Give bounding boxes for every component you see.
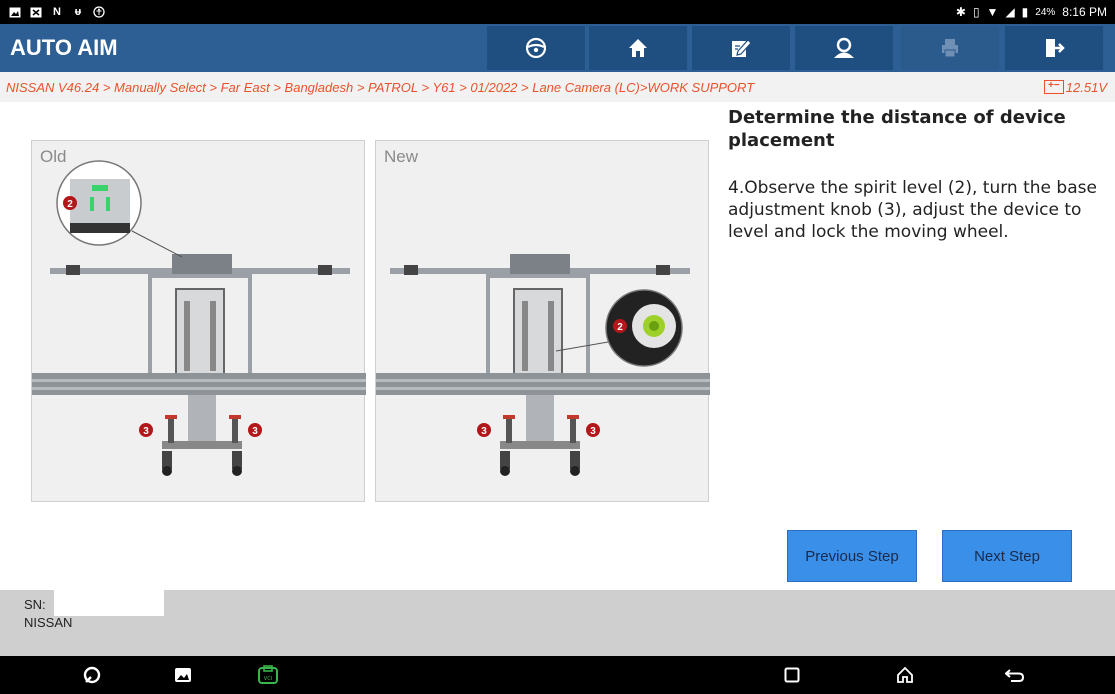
app-title: AUTO AIM	[10, 35, 118, 60]
vci-icon[interactable]: VCI	[256, 664, 280, 686]
system-nav-bar: VCI	[0, 656, 1115, 694]
edit-button[interactable]	[692, 26, 790, 70]
launcher-icon[interactable]	[80, 664, 104, 686]
vehicle-info-footer: SN: NISSAN	[0, 590, 1115, 656]
vibrate-icon: ▯	[972, 5, 980, 19]
home-button[interactable]	[589, 26, 687, 70]
steering-wheel-icon	[525, 37, 547, 59]
callout-3-left: 3	[481, 426, 487, 437]
status-right: ✱ ▯ ▼ ◢ ▮ 24% 8:16 PM	[956, 5, 1107, 19]
next-step-button[interactable]: Next Step	[942, 530, 1072, 582]
callout-3-right: 3	[590, 426, 596, 437]
bluetooth-icon: ✱	[955, 5, 966, 19]
voltage-value: 12.51V	[1065, 79, 1107, 95]
back-icon[interactable]	[1003, 664, 1027, 686]
signal-icon: ◢	[1005, 5, 1015, 19]
exit-icon	[1046, 39, 1065, 57]
instruction-title: Determine the distance of device placeme…	[728, 107, 1066, 151]
edit-icon	[732, 39, 752, 57]
print-icon	[942, 39, 958, 58]
callout-3-left: 3	[143, 426, 149, 437]
breadcrumb-path: NISSAN V46.24 > Manually Select > Far Ea…	[6, 79, 755, 95]
old-device-image: Old 2 3 3	[31, 140, 366, 502]
svg-text:VCI: VCI	[264, 676, 272, 682]
app-icon	[29, 6, 43, 18]
battery-voltage-icon: +−	[1043, 80, 1064, 94]
breadcrumb: NISSAN V46.24 > Manually Select > Far Ea…	[0, 72, 1115, 102]
callout-2: 2	[67, 199, 73, 210]
instruction-text: 4.Observe the spirit level (2), turn the…	[728, 178, 1097, 242]
wifi-icon: ▼	[986, 5, 999, 19]
new-device-illustration: 2 3 3	[376, 254, 710, 476]
app-header: AUTO AIM	[0, 24, 1115, 72]
serial-number-label: SN:	[24, 597, 46, 612]
previous-step-button[interactable]: Previous Step	[787, 530, 917, 582]
new-device-image: New 2 3 3	[375, 140, 710, 502]
user-button[interactable]	[795, 26, 893, 70]
status-bar: N ᵾ ✱ ▯ ▼ ◢ ▮ 24% 8:16 PM	[0, 0, 1115, 24]
accessibility-icon	[92, 6, 106, 18]
voltage-indicator: +− 12.51V	[1043, 79, 1107, 95]
status-left-icons: N ᵾ	[8, 6, 106, 18]
callout-3-right: 3	[252, 426, 258, 437]
gallery-icon	[8, 6, 22, 18]
vehicle-make: NISSAN	[24, 615, 73, 630]
serial-number-redacted	[54, 590, 164, 616]
old-device-illustration: 2 3 3	[32, 160, 366, 476]
usb-icon: ᵾ	[74, 6, 82, 18]
user-icon	[834, 37, 854, 58]
callout-2: 2	[617, 322, 623, 333]
clock: 8:16 PM	[1062, 5, 1107, 19]
recent-apps-icon[interactable]	[780, 664, 804, 686]
screen: N ᵾ ✱ ▯ ▼ ◢ ▮ 24% 8:16 PM AUTO AIM NISSA…	[0, 0, 1115, 694]
battery-percent: 24%	[1035, 6, 1056, 18]
home-icon	[629, 39, 647, 57]
exit-button[interactable]	[1005, 26, 1103, 70]
n-icon: N	[53, 6, 61, 18]
print-button[interactable]	[901, 26, 999, 70]
steering-wheel-button[interactable]	[487, 26, 585, 70]
gallery-icon[interactable]	[171, 664, 195, 686]
home-nav-icon[interactable]	[893, 664, 917, 686]
battery-icon: ▮	[1021, 5, 1029, 19]
